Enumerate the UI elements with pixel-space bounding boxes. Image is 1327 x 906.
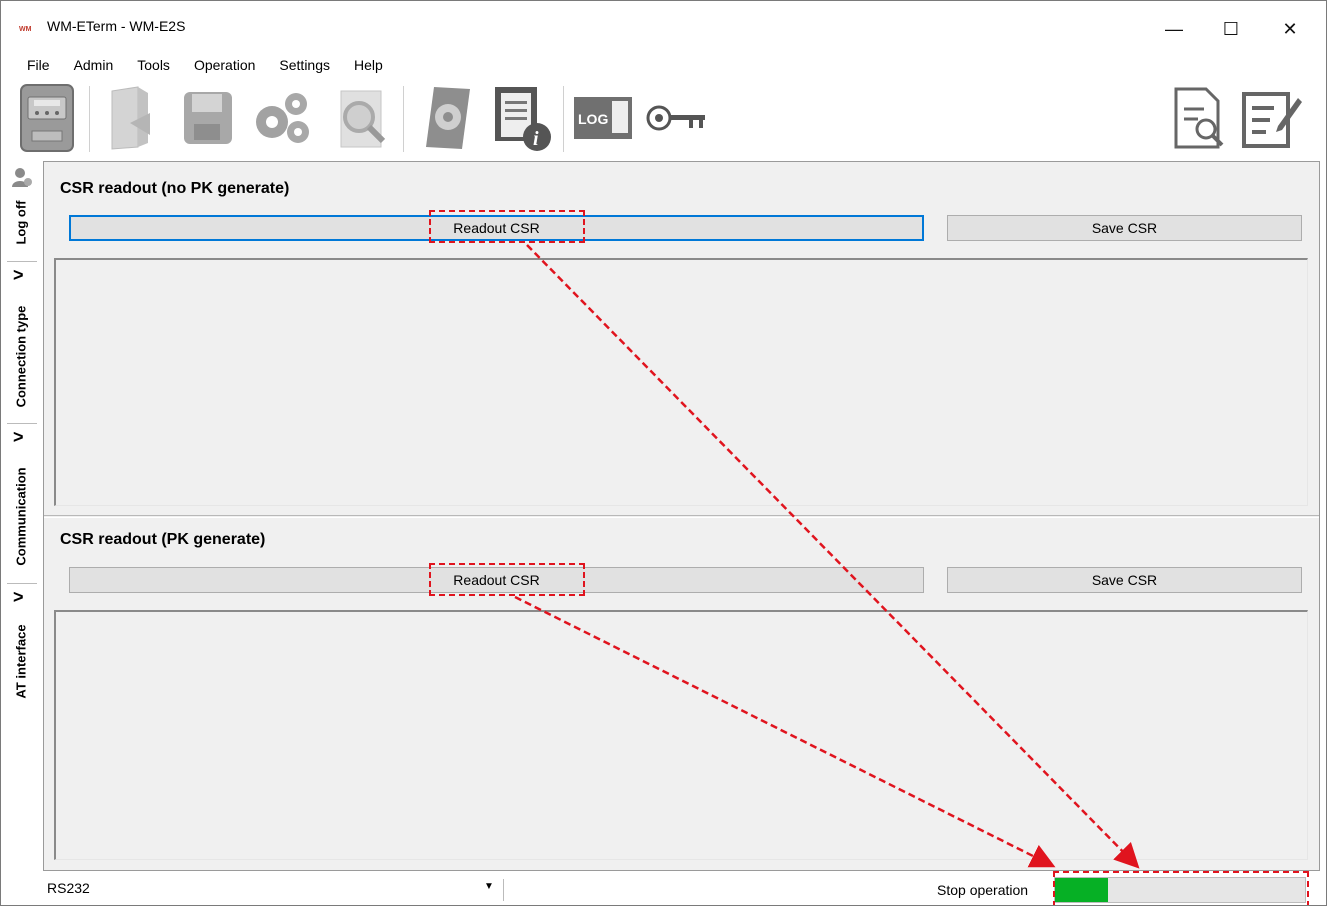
connection-select[interactable]: RS232 ▼ bbox=[43, 873, 503, 903]
progress-bar bbox=[1054, 877, 1306, 903]
svg-text:i: i bbox=[533, 128, 539, 150]
menu-bar: File Admin Tools Operation Settings Help bbox=[1, 51, 1326, 78]
readout-csr-button[interactable]: Readout CSR bbox=[69, 215, 924, 241]
window-title: WM-ETerm - WM-E2S bbox=[47, 18, 186, 34]
close-button[interactable]: ✕ bbox=[1267, 9, 1313, 49]
minimize-button[interactable]: — bbox=[1151, 9, 1197, 49]
menu-help[interactable]: Help bbox=[342, 51, 395, 78]
log-icon[interactable]: LOG bbox=[571, 82, 635, 154]
gears-icon[interactable] bbox=[247, 82, 319, 154]
title-bar: WM WM-ETerm - WM-E2S — ☐ ✕ bbox=[1, 1, 1326, 49]
svg-text:WM: WM bbox=[19, 26, 32, 33]
app-window: WM WM-ETerm - WM-E2S — ☐ ✕ File Admin To… bbox=[0, 0, 1327, 906]
tab-at-interface[interactable]: AT interface bbox=[1, 613, 41, 709]
search-document-icon[interactable] bbox=[325, 82, 397, 154]
section-title: CSR readout (PK generate) bbox=[60, 531, 266, 548]
readout-csr-button[interactable]: Readout CSR bbox=[69, 567, 924, 593]
tab-log-off[interactable]: Log off bbox=[1, 191, 41, 253]
report-search-icon[interactable] bbox=[1165, 82, 1231, 154]
app-logo-icon: WM bbox=[17, 23, 39, 33]
key-refresh-icon[interactable] bbox=[645, 82, 709, 154]
menu-tools[interactable]: Tools bbox=[125, 51, 182, 78]
menu-settings[interactable]: Settings bbox=[267, 51, 342, 78]
menu-file[interactable]: File bbox=[1, 51, 62, 78]
progress-fill bbox=[1055, 878, 1108, 902]
csr-output-box[interactable] bbox=[54, 258, 1308, 506]
chevron-right-icon[interactable]: > bbox=[13, 587, 24, 608]
connection-value: RS232 bbox=[47, 880, 90, 896]
csr-output-box[interactable] bbox=[54, 610, 1308, 860]
open-folder-icon[interactable] bbox=[101, 82, 167, 154]
document-info-icon[interactable]: i bbox=[487, 82, 557, 154]
svg-text:LOG: LOG bbox=[578, 111, 608, 127]
chevron-right-icon[interactable]: > bbox=[13, 265, 24, 286]
edit-document-icon[interactable] bbox=[1237, 82, 1307, 154]
stop-operation-label[interactable]: Stop operation bbox=[937, 882, 1028, 898]
chevron-right-icon[interactable]: > bbox=[13, 427, 24, 448]
save-csr-button[interactable]: Save CSR bbox=[947, 567, 1302, 593]
main-content: CSR readout (no PK generate) Readout CSR… bbox=[43, 161, 1320, 871]
user-icon bbox=[12, 168, 32, 187]
menu-operation[interactable]: Operation bbox=[182, 51, 267, 78]
maximize-button[interactable]: ☐ bbox=[1208, 9, 1254, 49]
settings-book-icon[interactable] bbox=[413, 82, 483, 154]
toolbar: i LOG bbox=[15, 78, 1315, 160]
section-title: CSR readout (no PK generate) bbox=[60, 180, 290, 197]
tab-communication[interactable]: Communication bbox=[1, 453, 41, 579]
panel-splitter[interactable] bbox=[44, 515, 1319, 518]
dropdown-arrow-icon[interactable]: ▼ bbox=[484, 881, 494, 892]
status-bar: RS232 ▼ Stop operation bbox=[1, 873, 1326, 905]
save-disk-icon[interactable] bbox=[175, 82, 241, 154]
side-tabs: Log off > Connection type > Communicatio… bbox=[1, 161, 41, 701]
tab-connection-type[interactable]: Connection type bbox=[1, 291, 41, 421]
save-csr-button[interactable]: Save CSR bbox=[947, 215, 1302, 241]
meter-icon[interactable] bbox=[15, 82, 79, 154]
menu-admin[interactable]: Admin bbox=[62, 51, 126, 78]
